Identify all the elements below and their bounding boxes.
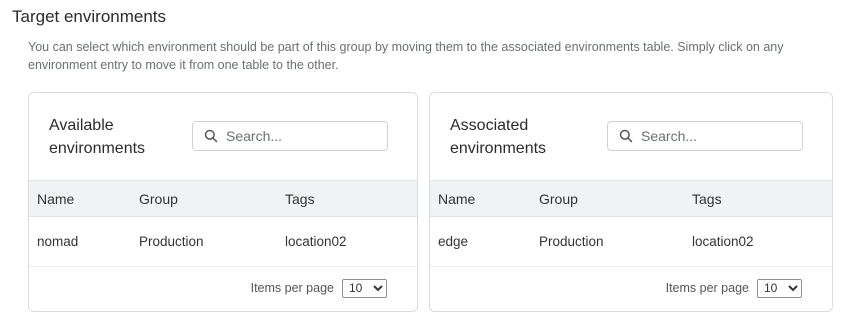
available-search-box[interactable]	[192, 121, 388, 151]
column-header-tags[interactable]: Tags	[285, 181, 315, 216]
column-header-name[interactable]: Name	[37, 181, 74, 216]
target-environments-section: Target environments You can select which…	[0, 0, 860, 317]
pagination: Items per page 10	[251, 278, 387, 298]
panel-title-line2: environments	[450, 140, 547, 157]
search-icon	[204, 129, 218, 143]
column-header-name[interactable]: Name	[438, 181, 475, 216]
cell-group: Production	[539, 234, 604, 249]
cell-name: nomad	[37, 234, 79, 249]
cell-tags: location02	[692, 234, 754, 249]
cell-tags: location02	[285, 234, 347, 249]
available-search-input[interactable]	[226, 128, 376, 144]
associated-search-input[interactable]	[641, 128, 791, 144]
cell-group: Production	[139, 234, 204, 249]
panel-title: Available environments	[49, 114, 179, 160]
items-per-page-select[interactable]: 10	[342, 278, 387, 298]
table-row[interactable]: edge Production location02	[430, 217, 832, 267]
section-title: Target environments	[12, 7, 167, 26]
table-header: Name Group Tags	[29, 180, 417, 217]
column-header-tags[interactable]: Tags	[692, 181, 722, 216]
table-row[interactable]: nomad Production location02	[29, 217, 417, 267]
associated-environments-panel: Associated environments Name Group Tags …	[429, 92, 833, 312]
panel-title-line2: environments	[49, 140, 146, 157]
table-header: Name Group Tags	[430, 180, 832, 217]
section-description: You can select which environment should …	[28, 40, 784, 72]
column-header-group[interactable]: Group	[539, 181, 578, 216]
panel-title: Associated environments	[450, 114, 580, 160]
items-per-page-select[interactable]: 10	[757, 278, 802, 298]
items-per-page-label: Items per page	[665, 281, 749, 295]
panel-title-line1: Available	[49, 117, 114, 134]
available-environments-panel: Available environments Name Group Tags n…	[28, 92, 418, 312]
search-icon	[619, 129, 633, 143]
cell-name: edge	[438, 234, 469, 249]
items-per-page-label: Items per page	[250, 281, 334, 295]
associated-search-box[interactable]	[607, 121, 803, 151]
column-header-group[interactable]: Group	[139, 181, 178, 216]
pagination: Items per page 10	[666, 278, 802, 298]
panel-title-line1: Associated	[450, 117, 529, 134]
